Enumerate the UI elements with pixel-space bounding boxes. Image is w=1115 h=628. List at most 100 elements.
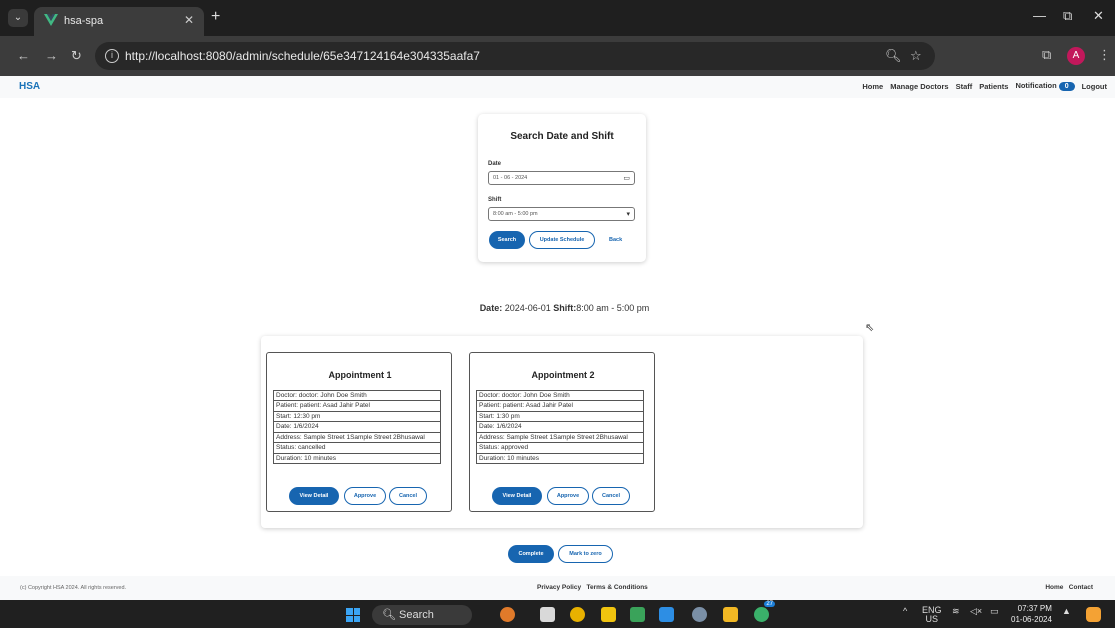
tab-search-menu-icon[interactable]: ⌄ — [8, 9, 28, 27]
color-app-icon[interactable] — [1086, 607, 1101, 622]
windows-start-icon[interactable] — [346, 608, 360, 622]
chrome-icon[interactable] — [570, 607, 585, 622]
appt-duration: Duration: 10 minutes — [273, 452, 441, 465]
summary-shift-label: Shift: — [553, 303, 577, 313]
wifi-icon[interactable]: ≋ — [952, 606, 960, 617]
site-info-icon[interactable]: i — [105, 49, 119, 63]
calendar-icon[interactable]: ▭ — [623, 174, 630, 182]
footer-contact-link[interactable]: Contact — [1069, 584, 1093, 591]
taskbar-search-label: Search — [399, 609, 434, 621]
shift-select[interactable]: 8:00 am - 5:00 pm ▾ — [488, 207, 635, 221]
whatsapp-icon[interactable]: 27 — [754, 601, 775, 622]
browser-tab[interactable]: hsa-spa ✕ — [34, 7, 204, 36]
task-view-icon[interactable] — [540, 607, 555, 622]
shift-value: 8:00 am - 5:00 pm — [493, 211, 538, 217]
complete-button[interactable]: Complete — [508, 545, 554, 563]
mark-to-zero-button[interactable]: Mark to zero — [558, 545, 613, 563]
region-code: US — [925, 614, 939, 624]
clock-date: 01-06-2024 — [1011, 615, 1052, 624]
browser-toolbar: ← → ↻ i http://localhost:8080/admin/sche… — [0, 36, 1115, 76]
cancel-button[interactable]: Cancel — [389, 487, 427, 505]
approve-button[interactable]: Approve — [547, 487, 589, 505]
cancel-button[interactable]: Cancel — [592, 487, 630, 505]
appointment-card-2: Appointment 2 Doctor: doctor: John Doe S… — [469, 352, 655, 512]
nav-staff[interactable]: Staff — [956, 82, 973, 91]
minimize-icon[interactable]: — — [1033, 8, 1046, 23]
summary-shift-value: 8:00 am - 5:00 pm — [576, 303, 650, 313]
appt-patient: Patient: patient: Asad Jahir Patel — [273, 400, 441, 412]
extensions-icon[interactable]: ⧉ — [1042, 47, 1051, 63]
clock-time: 07:37 PM — [1017, 604, 1052, 613]
date-label: Date — [488, 161, 502, 167]
back-button[interactable]: Back — [609, 237, 622, 243]
forward-arrow-icon[interactable]: → — [45, 48, 58, 63]
app-navbar: HSA Home Manage Doctors Staff Patients N… — [0, 76, 1115, 98]
footer-right-links: Home Contact — [1045, 584, 1093, 591]
date-input[interactable]: 01 - 06 - 2024 ▭ — [488, 171, 635, 185]
appointment-card-1: Appointment 1 Doctor: doctor: John Doe S… — [266, 352, 452, 512]
appt-patient: Patient: patient: Asad Jahir Patel — [476, 400, 644, 412]
appointment-details: Doctor: doctor: John Doe Smith Patient: … — [273, 389, 441, 465]
back-arrow-icon[interactable]: ← — [17, 48, 30, 63]
restore-icon[interactable]: ⧉ — [1063, 8, 1072, 24]
nav-home[interactable]: Home — [862, 82, 883, 91]
bookmark-star-icon[interactable]: ☆ — [910, 48, 922, 64]
schedule-summary: Date: 2024-06-01 Shift:8:00 am - 5:00 pm — [0, 303, 1115, 313]
tab-close-icon[interactable]: ✕ — [184, 13, 194, 27]
nav-notification[interactable]: Notification 0 — [1015, 81, 1075, 91]
taskbar-search[interactable]: 🔍︎ Search — [372, 605, 472, 625]
nav-notification-label: Notification — [1015, 81, 1057, 90]
nav-logout[interactable]: Logout — [1082, 82, 1107, 91]
search-button[interactable]: Search — [489, 231, 525, 249]
footer-center-links: Privacy Policy Terms & Conditions — [537, 584, 648, 591]
schedule-actions: Complete Mark to zero — [0, 545, 1115, 563]
appt-date: Date: 1/6/2024 — [273, 421, 441, 433]
reload-icon[interactable]: ↻ — [71, 48, 82, 64]
system-clock[interactable]: 07:37 PM 01-06-2024 — [1011, 603, 1052, 625]
summary-date-label: Date: — [479, 303, 503, 313]
appt-status: Status: approved — [476, 442, 644, 454]
appointment-actions: View Detail Approve Cancel — [267, 487, 453, 505]
appt-date: Date: 1/6/2024 — [476, 421, 644, 433]
search-card-title: Search Date and Shift — [510, 131, 614, 142]
update-schedule-button[interactable]: Update Schedule — [529, 231, 595, 249]
search-card: Search Date and Shift Date 01 - 06 - 202… — [478, 114, 646, 262]
notification-badge: 0 — [1058, 82, 1075, 91]
appointment-title: Appointment 2 — [531, 370, 595, 380]
vscode-icon[interactable] — [659, 607, 674, 622]
chevron-down-icon: ▾ — [626, 211, 630, 218]
terms-link[interactable]: Terms & Conditions — [587, 584, 648, 591]
brand-logo[interactable]: HSA — [19, 81, 40, 92]
user-app-icon[interactable] — [500, 607, 515, 622]
file-explorer-icon[interactable] — [723, 607, 738, 622]
kebab-menu-icon[interactable]: ⋮ — [1098, 47, 1111, 63]
editor-app-icon[interactable] — [630, 607, 645, 622]
new-tab-icon[interactable]: + — [211, 8, 220, 26]
tab-title: hsa-spa — [64, 15, 104, 27]
view-detail-button[interactable]: View Detail — [492, 487, 542, 505]
address-bar[interactable]: i http://localhost:8080/admin/schedule/6… — [95, 42, 935, 70]
view-detail-button[interactable]: View Detail — [289, 487, 339, 505]
volume-icon[interactable]: ◁× — [970, 606, 982, 617]
profile-avatar[interactable]: A — [1067, 47, 1085, 65]
language-indicator[interactable]: ENG US — [922, 606, 942, 624]
footer: (c) Copyright HSA 2024. All rights reser… — [0, 576, 1115, 600]
page: HSA Home Manage Doctors Staff Patients N… — [0, 76, 1115, 600]
approve-button[interactable]: Approve — [344, 487, 386, 505]
footer-home-link[interactable]: Home — [1045, 584, 1063, 591]
battery-icon[interactable]: ▭ — [990, 606, 999, 617]
vue-logo-icon — [44, 14, 58, 26]
whatsapp-badge: 27 — [764, 601, 775, 607]
settings-icon[interactable] — [692, 607, 707, 622]
close-window-icon[interactable]: ✕ — [1093, 8, 1104, 24]
appt-start: Start: 1:30 pm — [476, 410, 644, 423]
appointments-panel: Appointment 1 Doctor: doctor: John Doe S… — [261, 336, 863, 528]
sticky-notes-icon[interactable] — [601, 607, 616, 622]
nav-patients[interactable]: Patients — [979, 82, 1008, 91]
privacy-policy-link[interactable]: Privacy Policy — [537, 584, 581, 591]
nav-manage-doctors[interactable]: Manage Doctors — [890, 82, 948, 91]
zoom-icon[interactable]: 🔍︎ — [885, 48, 902, 64]
notification-bell-icon[interactable]: ▲ — [1062, 606, 1071, 616]
tray-chevron-up-icon[interactable]: ^ — [903, 606, 907, 616]
browser-tab-bar: ⌄ hsa-spa ✕ + — ⧉ ✕ — [0, 0, 1115, 36]
